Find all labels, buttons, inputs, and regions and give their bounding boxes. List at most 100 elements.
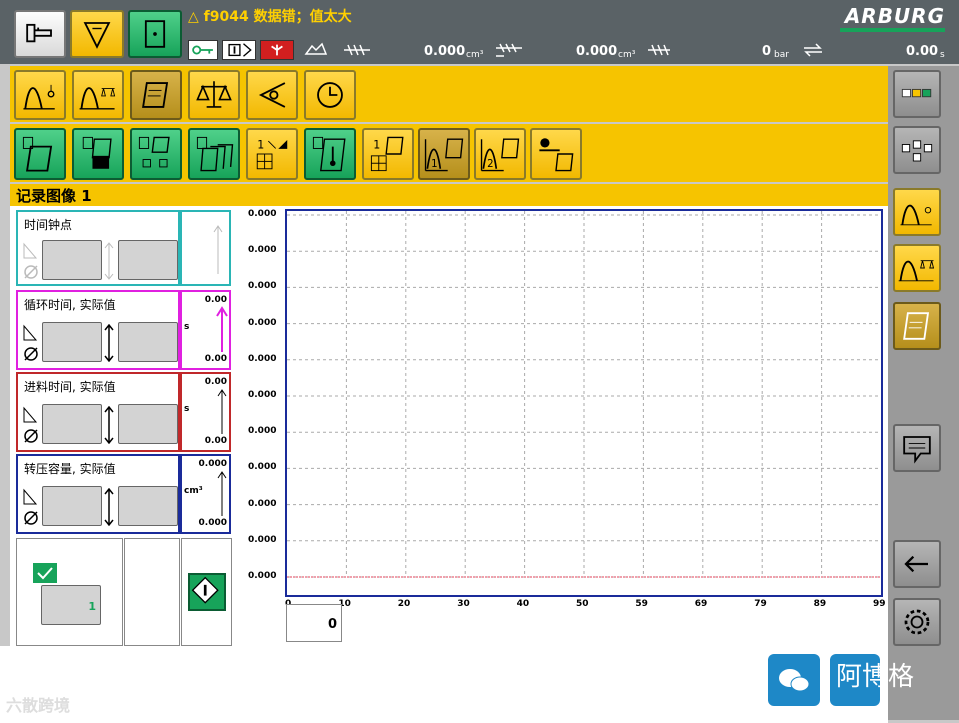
start-record-button[interactable]	[188, 573, 226, 611]
network-button[interactable]	[893, 126, 941, 174]
min-input[interactable]	[42, 240, 102, 280]
settings-button[interactable]	[893, 598, 941, 646]
y-tick-label: 0.000	[248, 534, 277, 545]
side-quality-graph-button[interactable]	[893, 244, 941, 292]
quality-graph-button[interactable]	[72, 70, 124, 120]
graph-1-icon: 1	[424, 138, 464, 172]
blank-panel	[124, 538, 180, 646]
scroll-icon	[142, 82, 169, 108]
cursor-position-field[interactable]: 0	[286, 604, 342, 642]
side-process-graph-button[interactable]	[893, 188, 941, 236]
title-bar	[10, 184, 888, 206]
counter-panel: 1	[16, 538, 123, 646]
stat-injection-unit: cm³	[618, 50, 636, 60]
signal-label: 循环时间, 实际值	[24, 298, 116, 312]
stat-dosing-unit: cm³	[466, 50, 484, 60]
y-tick-label: 0.000	[248, 353, 277, 364]
x-tick-label: 50	[576, 599, 589, 609]
gear-icon	[904, 609, 930, 635]
max-input[interactable]	[118, 486, 178, 526]
process-graph-button[interactable]	[14, 70, 66, 120]
mold-triangle-icon	[83, 22, 111, 49]
scale-unit: s	[184, 322, 190, 332]
doc-table-icon	[82, 136, 112, 169]
side-record-button[interactable]	[893, 302, 941, 350]
stat-injection-volume: 0.000	[576, 44, 618, 59]
record-network-button[interactable]	[130, 128, 182, 180]
record-graph-2-button[interactable]: 2	[474, 128, 526, 180]
start-panel	[181, 538, 232, 646]
signal-card-clock[interactable]: 时间钟点	[16, 210, 180, 286]
y-tick-label: 0.000	[248, 390, 277, 400]
doc-scroll-icon	[22, 136, 53, 172]
error-message: △ f9044 数据错；值太大	[188, 9, 352, 25]
curve-icon	[900, 204, 932, 226]
max-input[interactable]	[118, 240, 178, 280]
min-input[interactable]	[42, 486, 102, 526]
door-button[interactable]	[128, 10, 182, 58]
bottom-strip	[0, 646, 888, 723]
layout-icon	[901, 88, 932, 98]
doc-multi-icon	[196, 136, 234, 172]
max-input[interactable]	[118, 322, 178, 362]
grid-scroll-icon: 1	[370, 136, 404, 172]
record-config-button[interactable]	[14, 128, 66, 180]
monitoring-button[interactable]	[246, 70, 298, 120]
record-point-button[interactable]	[530, 128, 582, 180]
y-tick-label: 0.000	[248, 498, 277, 509]
x-tick-label: 79	[754, 599, 767, 609]
signal-label: 进料时间, 实际值	[24, 380, 116, 394]
machine-icon-button[interactable]	[14, 10, 66, 58]
scale-unit: cm³	[184, 486, 203, 496]
pressure-screw-icon	[644, 40, 674, 60]
scale-button[interactable]	[188, 70, 240, 120]
grid-arrow-icon: 1	[256, 138, 288, 170]
min-input[interactable]	[42, 404, 102, 444]
signal-card-feed-time[interactable]: 进料时间, 实际值	[16, 372, 180, 452]
max-input[interactable]	[118, 404, 178, 444]
stat-dosing-volume: 0.000	[424, 44, 466, 59]
record-button[interactable]	[130, 70, 182, 120]
record-multi-button[interactable]	[188, 128, 240, 180]
stat-cycle-unit: s	[940, 50, 945, 60]
page-title: 记录图像 1	[16, 187, 92, 205]
balance-icon	[196, 81, 232, 108]
display-layout-button[interactable]	[893, 70, 941, 118]
wechat-icon	[768, 654, 820, 706]
y-tick-label: 0.000	[248, 317, 277, 328]
door-icon	[144, 20, 166, 48]
message-button[interactable]	[893, 424, 941, 472]
doc-thermometer-icon	[312, 136, 346, 172]
table-record-button[interactable]: 1	[362, 128, 414, 180]
min-input[interactable]	[42, 322, 102, 362]
y-tick-label: 0.000	[248, 281, 277, 292]
clock-button[interactable]	[304, 70, 356, 120]
cycle-icon	[798, 40, 828, 60]
chart-plot-area[interactable]	[285, 209, 883, 597]
counter-input[interactable]: 1	[41, 585, 101, 625]
logo-underline	[840, 28, 945, 32]
heating-warning-icon	[260, 40, 294, 60]
y-tick-label: 0.000	[248, 571, 277, 581]
record-graph-1-button[interactable]: 1	[418, 128, 470, 180]
screw-dosing-icon	[340, 40, 374, 60]
machine-icon	[26, 23, 52, 43]
mold-triangle-button[interactable]	[70, 10, 124, 58]
point-scroll-icon	[539, 138, 574, 172]
table-select-button[interactable]: 1	[246, 128, 298, 180]
y-tick-label: 0.000	[248, 245, 277, 256]
eye-icon	[258, 82, 286, 108]
chart-svg	[287, 211, 881, 578]
back-button[interactable]	[893, 540, 941, 588]
counter-value: 1	[88, 600, 96, 613]
scale-max: 0.00	[204, 377, 227, 387]
arburg-logo: ARBURG	[844, 4, 945, 28]
record-thermo-button[interactable]	[304, 128, 356, 180]
signal-card-cycle-time[interactable]: 循环时间, 实际值	[16, 290, 180, 370]
range-arrow-icon	[104, 488, 114, 526]
scale-unit: s	[184, 404, 190, 414]
x-tick-label: 59	[635, 599, 648, 609]
record-table-button[interactable]	[72, 128, 124, 180]
signal-card-changeover-volume[interactable]: 转压容量, 实际值	[16, 454, 180, 534]
x-tick-label: 40	[516, 599, 530, 609]
